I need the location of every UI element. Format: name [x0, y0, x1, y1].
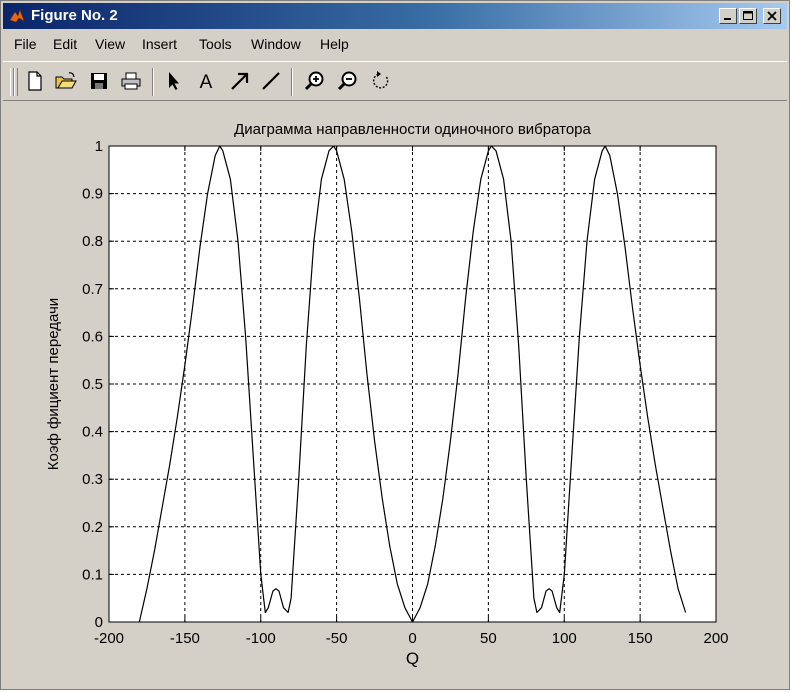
y-tick-label: 0.7	[82, 281, 103, 298]
figure-canvas: -200 -150 -100 -50 0 50 100 150 200 0 0.1 0.2 0.3 0.…	[3, 103, 787, 687]
save-icon	[91, 73, 107, 89]
y-tick-label: 1	[95, 138, 103, 155]
zoom-in-button[interactable]	[303, 69, 327, 93]
x-tick-label: 0	[408, 630, 416, 647]
new-figure-button[interactable]	[23, 69, 47, 93]
menu-edit[interactable]: Edit	[53, 36, 77, 52]
print-icon	[121, 72, 141, 90]
x-tick-label: 100	[552, 630, 577, 647]
insert-text-button[interactable]: A	[194, 69, 218, 93]
menu-insert[interactable]: Insert	[142, 36, 177, 52]
plot: -200 -150 -100 -50 0 50 100 150 200 0 0.1 0.2 0.3 0.…	[45, 121, 729, 668]
insert-arrow-button[interactable]	[228, 69, 252, 93]
y-tick-label: 0.6	[82, 328, 103, 345]
maximize-icon	[743, 11, 753, 20]
toolbar-grip-2[interactable]	[14, 68, 18, 96]
menu-tools[interactable]: Tools	[199, 36, 232, 52]
toolbar-separator	[152, 68, 154, 96]
edit-plot-button[interactable]	[161, 69, 185, 93]
y-axis-label: Коэф фициент передачи	[45, 298, 62, 470]
x-tick-label: -100	[246, 630, 276, 647]
window-title: Figure No. 2	[31, 7, 118, 24]
chart-title: Диаграмма направленности одиночного вибр…	[234, 121, 591, 138]
figure-window: Figure No. 2 File Edit View Insert Tools…	[0, 0, 790, 690]
title-bar[interactable]: Figure No. 2	[3, 3, 787, 29]
y-tick-label: 0.4	[82, 424, 103, 441]
insert-text-label: A	[200, 72, 213, 93]
print-button[interactable]	[119, 69, 143, 93]
y-tick-label: 0.5	[82, 376, 103, 393]
zoom-out-icon	[337, 71, 357, 91]
menu-file[interactable]: File	[14, 36, 37, 52]
x-tick-label: 200	[703, 630, 728, 647]
insert-arrow-icon	[231, 72, 249, 90]
minimize-button[interactable]	[719, 8, 737, 24]
menu-window[interactable]: Window	[251, 36, 301, 52]
rotate-3d-icon	[373, 71, 389, 89]
menu-view[interactable]: View	[95, 36, 125, 52]
y-tick-label: 0.3	[82, 471, 103, 488]
x-tick-label: 50	[480, 630, 497, 647]
close-button[interactable]	[763, 8, 781, 24]
zoom-out-button[interactable]	[336, 69, 360, 93]
figure-toolbar: A	[3, 61, 787, 101]
y-tick-label: 0.1	[82, 566, 103, 583]
save-button[interactable]	[87, 69, 111, 93]
zoom-in-icon	[304, 71, 324, 91]
x-tick-label: -50	[326, 630, 348, 647]
y-tick-label: 0.9	[82, 186, 103, 203]
x-tick-label: -150	[170, 630, 200, 647]
matlab-icon	[9, 9, 25, 23]
open-file-icon	[55, 72, 77, 89]
edit-plot-arrow-icon	[169, 72, 179, 90]
insert-text-icon: A	[200, 72, 213, 93]
open-file-button[interactable]	[54, 69, 78, 93]
rotate-3d-button[interactable]	[369, 69, 393, 93]
new-figure-icon	[28, 71, 42, 91]
y-tick-label: 0	[95, 614, 103, 631]
minimize-icon	[724, 18, 731, 20]
insert-line-icon	[262, 72, 280, 90]
y-tick-label: 0.2	[82, 519, 103, 536]
x-axis-label: Q	[406, 649, 419, 668]
menu-bar: File Edit View Insert Tools Window Help	[3, 31, 787, 57]
toolbar-separator-2	[291, 68, 293, 96]
close-icon	[767, 11, 777, 21]
y-tick-label: 0.8	[82, 233, 103, 250]
insert-line-button[interactable]	[259, 69, 283, 93]
x-tick-label: 150	[628, 630, 653, 647]
menu-help[interactable]: Help	[320, 36, 349, 52]
x-tick-label: -200	[94, 630, 124, 647]
maximize-button[interactable]	[739, 8, 757, 24]
